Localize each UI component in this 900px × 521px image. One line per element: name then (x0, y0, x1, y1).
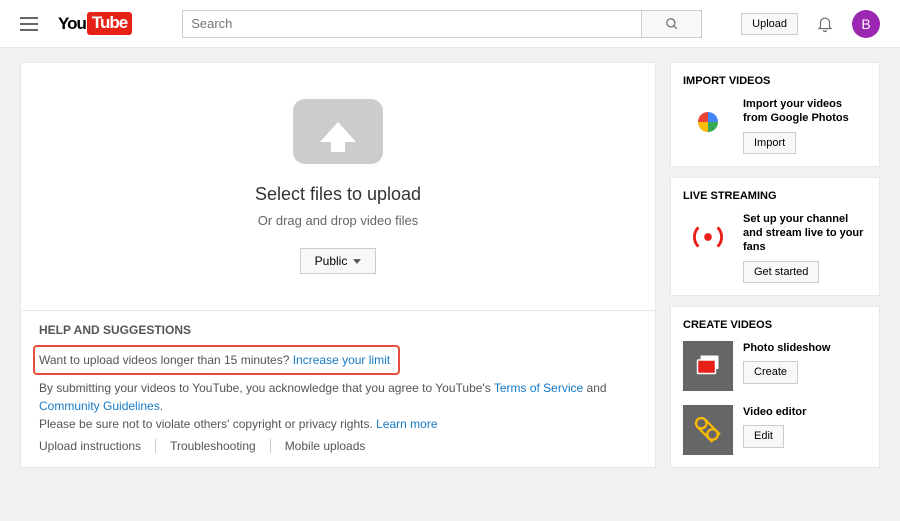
notifications-icon[interactable] (816, 14, 834, 34)
help-section: HELP AND SUGGESTIONS Want to upload vide… (21, 310, 655, 467)
upload-arrow-icon (293, 99, 383, 164)
help-links-row: Upload instructions Troubleshooting Mobi… (39, 439, 637, 453)
youtube-logo[interactable]: You Tube (58, 12, 132, 35)
create-slideshow-button[interactable]: Create (743, 361, 798, 383)
upload-link[interactable]: Upload (741, 13, 798, 35)
live-streaming-card: LIVE STREAMING Set up your channel and s… (670, 177, 880, 296)
right-sidebar: IMPORT VIDEOS Import your videos from Go… (670, 62, 880, 468)
help-heading: HELP AND SUGGESTIONS (39, 323, 637, 337)
increase-limit-link[interactable]: Increase your limit (293, 353, 390, 367)
get-started-button[interactable]: Get started (743, 261, 819, 283)
live-icon (683, 212, 733, 262)
slideshow-text: Photo slideshow (743, 341, 867, 355)
learn-more-link[interactable]: Learn more (376, 417, 437, 431)
drop-area[interactable]: Select files to upload Or drag and drop … (21, 63, 655, 310)
main-column: Select files to upload Or drag and drop … (20, 62, 656, 468)
search-input[interactable] (182, 10, 642, 38)
tos-link[interactable]: Terms of Service (494, 381, 583, 395)
import-button[interactable]: Import (743, 132, 796, 154)
copyright-text: Please be sure not to violate others' co… (39, 417, 376, 431)
menu-icon[interactable] (20, 17, 38, 31)
avatar[interactable]: B (852, 10, 880, 38)
import-videos-card: IMPORT VIDEOS Import your videos from Go… (670, 62, 880, 167)
upload-instructions-link[interactable]: Upload instructions (39, 439, 141, 453)
import-text: Import your videos from Google Photos (743, 97, 867, 126)
select-files-title: Select files to upload (255, 184, 421, 205)
live-heading: LIVE STREAMING (683, 190, 867, 202)
app-header: You Tube Upload B (0, 0, 900, 48)
ack-text: By submitting your videos to YouTube, yo… (39, 381, 494, 395)
drag-drop-text: Or drag and drop video files (258, 213, 418, 228)
edit-video-button[interactable]: Edit (743, 425, 784, 447)
mobile-uploads-link[interactable]: Mobile uploads (285, 439, 366, 453)
privacy-selector[interactable]: Public (300, 248, 377, 274)
live-text: Set up your channel and stream live to y… (743, 212, 867, 255)
guidelines-link[interactable]: Community Guidelines (39, 399, 160, 413)
slideshow-icon (683, 341, 733, 391)
editor-text: Video editor (743, 405, 867, 419)
search-button[interactable] (642, 10, 702, 38)
highlight-annotation: Want to upload videos longer than 15 min… (33, 345, 400, 375)
create-videos-card: CREATE VIDEOS Photo slideshow Create Vid… (670, 306, 880, 468)
search-icon (665, 17, 679, 31)
longer-videos-text: Want to upload videos longer than 15 min… (39, 353, 293, 367)
logo-tube: Tube (87, 12, 132, 35)
page-body: Select files to upload Or drag and drop … (0, 48, 900, 482)
logo-you: You (58, 14, 86, 34)
import-heading: IMPORT VIDEOS (683, 75, 867, 87)
search-bar (182, 10, 702, 38)
troubleshooting-link[interactable]: Troubleshooting (170, 439, 256, 453)
privacy-label: Public (315, 254, 348, 268)
create-heading: CREATE VIDEOS (683, 319, 867, 331)
chevron-down-icon (353, 259, 361, 264)
google-photos-icon (683, 97, 733, 147)
video-editor-icon (683, 405, 733, 455)
upload-card: Select files to upload Or drag and drop … (20, 62, 656, 468)
